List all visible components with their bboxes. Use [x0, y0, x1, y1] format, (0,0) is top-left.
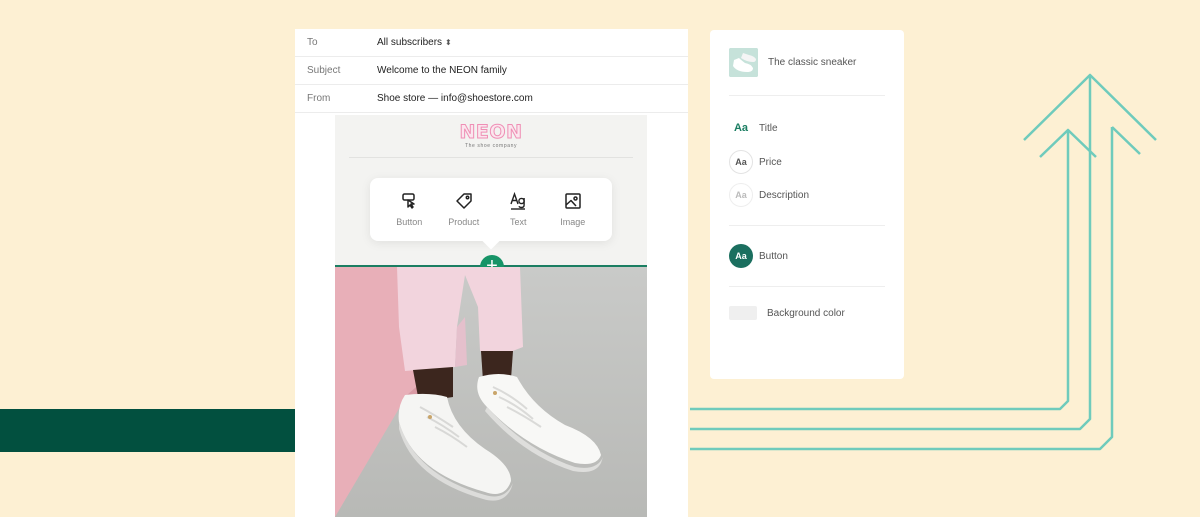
brand-tagline: The shoe company — [464, 143, 518, 149]
price-property[interactable]: Aa Price — [729, 150, 782, 174]
sneaker-photo[interactable] — [335, 267, 647, 517]
price-label: Price — [759, 156, 782, 168]
divider — [729, 225, 885, 226]
add-image-block[interactable]: Image — [548, 192, 598, 227]
button-property[interactable]: Aa Button — [729, 244, 788, 268]
menu-item-label: Image — [560, 217, 586, 227]
title-property[interactable]: Aa Title — [729, 116, 778, 140]
to-label: To — [307, 37, 318, 48]
add-product-block[interactable]: Product — [439, 192, 489, 227]
image-icon — [565, 193, 581, 209]
menu-item-label: Button — [396, 217, 423, 227]
button-label: Button — [759, 250, 788, 262]
decorative-green-bar — [0, 409, 296, 452]
from-field[interactable]: Shoe store — info@shoestore.com — [377, 93, 533, 104]
description-property[interactable]: Aa Description — [729, 183, 809, 207]
brand-logo: NEON — [459, 121, 523, 143]
email-canvas: NEON The shoe company Button Product Tex… — [335, 115, 647, 517]
add-button-block[interactable]: Button — [384, 192, 434, 227]
price-style-icon: Aa — [729, 150, 753, 174]
button-style-icon: Aa — [729, 244, 753, 268]
title-style-icon: Aa — [733, 122, 749, 134]
selected-product[interactable]: The classic sneaker — [729, 48, 856, 77]
menu-item-label: Text — [509, 217, 527, 227]
background-color-swatch[interactable] — [729, 306, 757, 320]
background-color-property[interactable]: Background color — [729, 306, 845, 320]
properties-panel: The classic sneaker Aa Title Aa Price Aa… — [710, 30, 904, 379]
product-name: The classic sneaker — [768, 57, 857, 68]
divider — [729, 286, 885, 287]
from-row: From Shoe store — info@shoestore.com — [295, 85, 688, 113]
background-color-label: Background color — [767, 307, 845, 319]
divider — [729, 95, 885, 96]
logo-block[interactable]: NEON The shoe company — [335, 115, 647, 157]
button-icon — [402, 193, 415, 209]
divider — [349, 157, 633, 158]
menu-item-label: Product — [448, 217, 480, 227]
select-chevron-icon: ⬍ — [445, 38, 452, 47]
email-editor: To All subscribers ⬍ Subject Welcome to t… — [295, 29, 688, 517]
to-row: To All subscribers ⬍ — [295, 29, 688, 57]
product-thumbnail — [729, 48, 758, 77]
add-block-menu: Button Product Text Image — [370, 178, 612, 241]
subject-field[interactable]: Welcome to the NEON family — [377, 65, 507, 76]
description-style-icon: Aa — [729, 183, 753, 207]
description-label: Description — [759, 189, 810, 201]
from-label: From — [307, 93, 331, 104]
subject-label: Subject — [307, 65, 341, 76]
text-icon — [510, 192, 526, 210]
tag-icon — [456, 193, 472, 209]
add-text-block[interactable]: Text — [493, 192, 543, 227]
recipients-select[interactable]: All subscribers ⬍ — [377, 37, 452, 48]
title-label: Title — [759, 122, 778, 134]
subject-row: Subject Welcome to the NEON family — [295, 57, 688, 85]
recipients-value: All subscribers — [377, 37, 443, 48]
